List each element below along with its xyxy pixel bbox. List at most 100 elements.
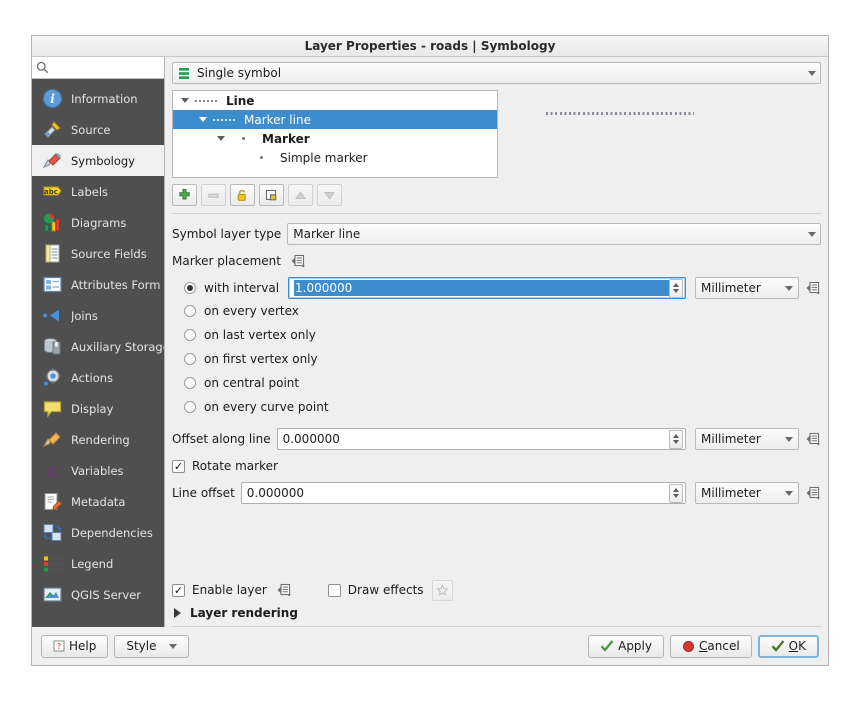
symbol-layer-type-combo[interactable]: Marker line (287, 223, 821, 245)
rotate-marker-checkbox[interactable]: ✓ (172, 459, 185, 473)
draw-effects-settings-button[interactable] (431, 579, 453, 601)
chevron-down-icon (785, 436, 793, 442)
sidebar-item-label: Source (71, 122, 111, 137)
sidebar-item-information[interactable]: i Information (32, 83, 164, 114)
apply-button[interactable]: Apply (588, 634, 664, 658)
symbol-layer-tree[interactable]: Line Marker line Marker Simple marker (172, 90, 498, 178)
search-icon (36, 61, 49, 74)
svg-text:abc: abc (44, 188, 58, 196)
offset-along-line-stepper[interactable] (669, 429, 683, 449)
display-balloon-icon (41, 398, 63, 420)
draw-effects-checkbox[interactable] (327, 583, 341, 597)
variables-epsilon-icon: ε (48, 461, 57, 481)
information-icon: i (41, 88, 63, 110)
line-offset-label: Line offset (172, 486, 235, 500)
sidebar-item-source-fields[interactable]: Source Fields (32, 238, 164, 269)
radio-on-every-vertex[interactable] (184, 305, 196, 317)
sidebar-item-metadata[interactable]: Metadata (32, 486, 164, 517)
sidebar-item-legend[interactable]: Legend (32, 548, 164, 579)
move-layer-up-button[interactable] (288, 184, 313, 206)
toolbar-divider (172, 213, 821, 214)
sidebar-item-attributes-form[interactable]: Attributes Form (32, 269, 164, 300)
placement-option-row[interactable]: on last vertex only (172, 323, 821, 347)
sidebar-item-diagrams[interactable]: Diagrams (32, 207, 164, 238)
line-offset-unit-value: Millimeter (701, 486, 761, 500)
cancel-icon (683, 640, 694, 652)
sidebar-item-display[interactable]: Display (32, 393, 164, 424)
radio-on-last-vertex-only[interactable] (184, 329, 196, 341)
line-offset-input[interactable]: 0.000000 (240, 482, 686, 504)
symbol-tree-node[interactable]: Simple marker (173, 148, 497, 167)
search-input[interactable] (49, 58, 160, 77)
auxiliary-storage-icon (41, 336, 63, 358)
expander-triangle-icon[interactable] (177, 98, 193, 103)
sidebar-item-symbology[interactable]: Symbology (32, 145, 164, 176)
line-offset-row: Line offset 0.000000 Millimeter (172, 482, 821, 504)
enable-layer-checkbox[interactable]: ✓ (172, 583, 185, 597)
line-offset-unit-combo[interactable]: Millimeter (695, 482, 799, 504)
offset-along-line-unit-combo[interactable]: Millimeter (695, 428, 799, 450)
sidebar-item-source[interactable]: Source (32, 114, 164, 145)
offset-along-line-input[interactable]: 0.000000 (276, 428, 686, 450)
expander-triangle-icon[interactable] (213, 136, 229, 141)
expander-triangle-icon[interactable] (195, 117, 211, 122)
actions-gear-icon (42, 368, 60, 387)
help-button[interactable]: ? Help (41, 634, 109, 658)
sidebar-item-label: Auxiliary Storage (71, 339, 164, 354)
symbol-swatch-dashed-line (193, 99, 221, 102)
layer-rendering-label: Layer rendering (190, 606, 298, 620)
symbol-tree-node[interactable]: Marker (173, 129, 497, 148)
radio-on-first-vertex-only[interactable] (184, 353, 196, 365)
qgis-server-icon (42, 587, 62, 602)
offset-along-line-data-defined-override-button[interactable] (806, 432, 821, 446)
lock-layer-colors-button[interactable] (230, 184, 255, 206)
legend-icon (43, 556, 61, 572)
symbol-tree-node[interactable]: Line (173, 91, 497, 110)
sidebar-item-joins[interactable]: Joins (32, 300, 164, 331)
renderer-type-label: Single symbol (197, 66, 282, 80)
interval-stepper[interactable] (669, 278, 683, 298)
add-symbol-layer-button[interactable] (172, 184, 197, 206)
radio-on-every-curve-point[interactable] (184, 401, 196, 413)
radio-with-interval[interactable] (184, 282, 196, 294)
sidebar-item-qgis-server[interactable]: QGIS Server (32, 579, 164, 610)
renderer-type-combo[interactable]: Single symbol (172, 62, 821, 84)
duplicate-symbol-layer-button[interactable] (259, 184, 284, 206)
sidebar-item-auxiliary-storage[interactable]: Auxiliary Storage (32, 331, 164, 362)
rendering-brush-icon (42, 432, 61, 447)
symbol-swatch-dot (247, 156, 275, 159)
placement-option-row[interactable]: on central point (172, 371, 821, 395)
sidebar-item-labels[interactable]: abc Labels (32, 176, 164, 207)
sidebar-item-dependencies[interactable]: Dependencies (32, 517, 164, 548)
sidebar-item-rendering[interactable]: Rendering (32, 424, 164, 455)
rotate-marker-row[interactable]: ✓ Rotate marker (172, 459, 821, 473)
sidebar-search[interactable] (32, 57, 164, 79)
chevron-down-icon (785, 490, 793, 496)
enable-layer-label: Enable layer (192, 583, 267, 597)
radio-on-central-point[interactable] (184, 377, 196, 389)
interval-input[interactable]: 1.000000 (288, 277, 686, 299)
sidebar-item-variables[interactable]: ε Variables (32, 455, 164, 486)
remove-symbol-layer-button[interactable] (201, 184, 226, 206)
placement-option-row[interactable]: on first vertex only (172, 347, 821, 371)
placement-option-row[interactable]: on every curve point (172, 395, 821, 419)
marker-placement-data-defined-override-button[interactable] (291, 254, 306, 268)
enable-layer-data-defined-override-button[interactable] (277, 583, 292, 597)
placement-option-row[interactable]: on every vertex (172, 299, 821, 323)
sidebar-item-actions[interactable]: Actions (32, 362, 164, 393)
sidebar-item-label: Display (71, 401, 114, 416)
ok-button[interactable]: OK (757, 634, 819, 658)
interval-unit-combo[interactable]: Millimeter (695, 277, 799, 299)
style-button[interactable]: Style (114, 634, 189, 658)
symbol-layer-toolbar (172, 184, 821, 206)
symbology-brush-icon (41, 150, 63, 172)
cancel-button[interactable]: Cancel (670, 634, 752, 658)
line-offset-stepper[interactable] (669, 483, 683, 503)
line-offset-data-defined-override-button[interactable] (806, 486, 821, 500)
symbol-tree-node[interactable]: Marker line (173, 110, 497, 129)
interval-data-defined-override-button[interactable] (806, 281, 821, 295)
sidebar: i Information Source Symbology abc Labels … (32, 57, 165, 627)
move-layer-down-button[interactable] (317, 184, 342, 206)
layer-rendering-toggle[interactable]: Layer rendering (172, 606, 821, 620)
display-balloon-icon (43, 401, 61, 418)
